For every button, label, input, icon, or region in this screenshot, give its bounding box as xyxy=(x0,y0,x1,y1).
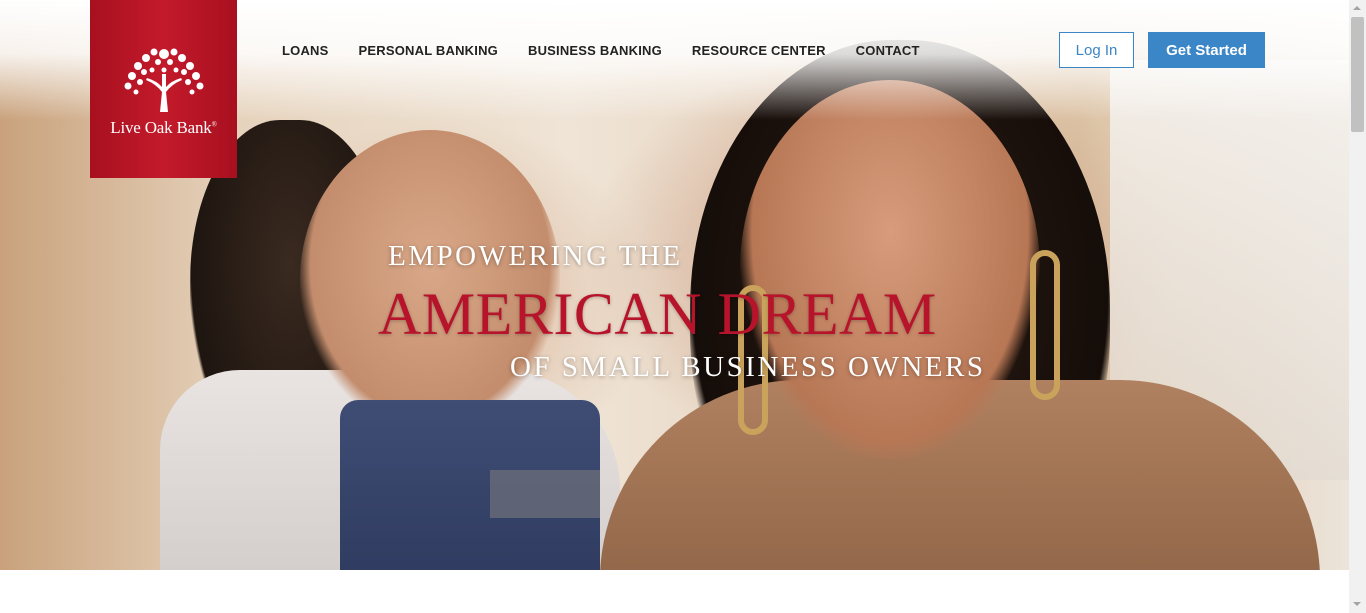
nav-item-loans[interactable]: LOANS xyxy=(282,43,329,58)
scroll-down-arrow-icon[interactable] xyxy=(1353,602,1361,606)
brand-name: Live Oak Bank® xyxy=(110,118,217,137)
hero-headline-line3: of Small Business Owners xyxy=(510,351,986,383)
scrollbar-thumb[interactable] xyxy=(1351,17,1364,132)
nav-item-business-banking[interactable]: BUSINESS BANKING xyxy=(528,43,662,58)
scroll-up-arrow-icon[interactable] xyxy=(1353,6,1361,10)
nav-item-contact[interactable]: CONTACT xyxy=(856,43,920,58)
logo-home-link[interactable]: Live Oak Bank® xyxy=(90,0,237,178)
main-nav: LOANS PERSONAL BANKING BUSINESS BANKING … xyxy=(282,43,950,58)
nav-item-personal-banking[interactable]: PERSONAL BANKING xyxy=(359,43,498,58)
login-button[interactable]: Log In xyxy=(1059,32,1134,68)
nav-item-resource-center[interactable]: RESOURCE CENTER xyxy=(692,43,826,58)
page-scrollbar[interactable] xyxy=(1349,0,1366,613)
oak-tree-icon xyxy=(124,48,203,112)
hero-headline-line2: American Dream xyxy=(378,281,937,347)
get-started-button[interactable]: Get Started xyxy=(1148,32,1265,68)
hero-headline-line1: Empowering the xyxy=(388,240,683,272)
